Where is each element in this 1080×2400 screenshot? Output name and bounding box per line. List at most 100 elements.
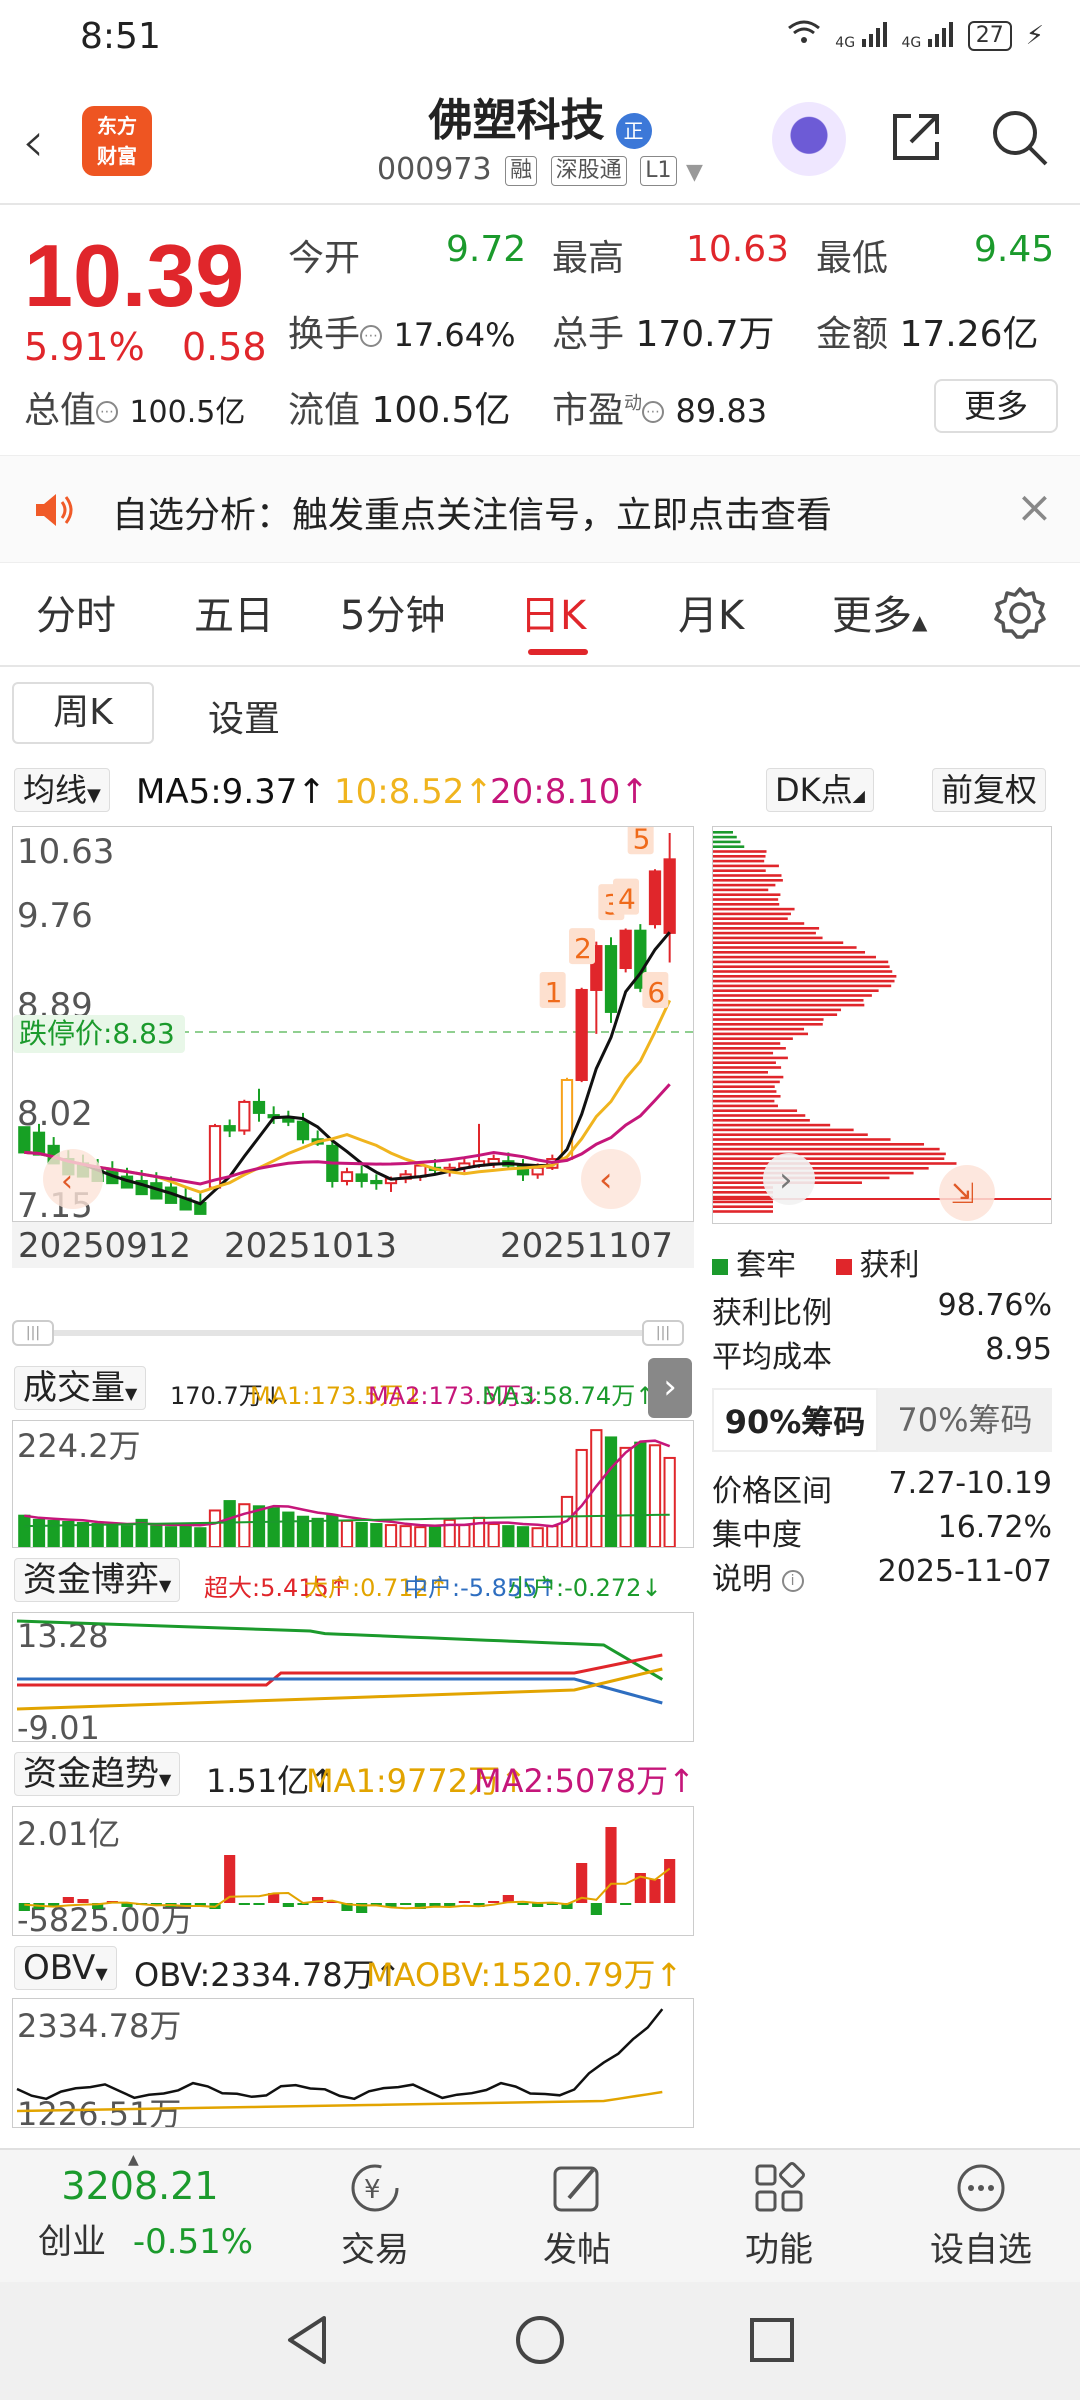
tab-70-chips[interactable]: 70%筹码 [878,1388,1052,1452]
nav-bubble[interactable] [43,1149,103,1209]
fund-game-chart[interactable]: 13.28 -9.01 [12,1612,694,1742]
chip-bar [713,1114,805,1117]
info-icon[interactable]: i [782,1570,804,1592]
range-scrollbar[interactable]: ||| ||| [12,1318,684,1348]
chip-bar [713,941,843,944]
volume-bar [547,1526,557,1547]
analysis-banner[interactable]: 自选分析：触发重点关注信号，立即点击查看 × [0,455,1080,563]
chevron-left-icon[interactable]: ‹ [61,1164,73,1199]
index-ticker[interactable]: ▲ 3208.21 创业 -0.51% [20,2164,290,2263]
weekly-k-button[interactable]: 周K [12,682,154,744]
expand-icon: ⇲ [951,1177,974,1210]
chip-bar [713,1191,773,1194]
nav-trade[interactable]: ¥ 交易 [300,2160,450,2271]
nav-functions-label: 功能 [745,2230,813,2270]
volume-bar [34,1520,44,1547]
chip-bar [713,1205,773,1208]
tab-intraday[interactable]: 分时 [36,583,116,641]
note-label: 说明 [712,1562,772,1597]
volume-label: 总手 [552,314,624,355]
tab-5min[interactable]: 5分钟 [340,583,445,641]
tab-5day[interactable]: 五日 [194,583,274,641]
tab-daily-k[interactable]: 日K [520,583,586,641]
volume-bar [357,1523,367,1547]
obv-max: 2334.78万 [17,2007,181,2045]
volume-selector[interactable]: 成交量▼ [14,1366,146,1410]
network-label-1: 4G [835,35,855,51]
volume-bar [533,1528,543,1547]
volume-bar [415,1527,425,1547]
expand-panel-icon[interactable]: › [648,1358,692,1418]
fund-game-min: -9.01 [17,1709,100,1742]
svg-text:¥: ¥ [364,2175,381,2205]
obv-label: OBV [23,1948,95,1988]
pe-sup: 动 [624,393,642,414]
chevron-left-icon[interactable]: ‹ [599,1160,613,1200]
volume-value: 170.7万 [635,314,774,355]
ma-selector[interactable]: 均线▼ [14,768,110,812]
avg-cost-value: 8.95 [985,1332,1052,1376]
share-icon[interactable] [885,106,947,168]
speaker-icon [32,488,76,532]
tab-more[interactable]: 更多▲ [832,583,927,641]
fund-trend-chart[interactable]: 2.01亿 -5825.00万 [12,1806,694,1936]
chip-bar [713,1081,780,1084]
info-icon[interactable]: ⋯ [642,401,664,423]
recents-square-icon[interactable] [744,2312,800,2368]
tab-monthly-k[interactable]: 月K [678,583,744,641]
adjust-selector[interactable]: 前复权 [932,768,1046,812]
home-circle-icon[interactable] [512,2312,568,2368]
info-icon[interactable]: ⋯ [360,325,382,347]
more-button[interactable]: 更多 [934,379,1058,433]
volume-chart[interactable]: 224.2万 [12,1420,694,1548]
date-axis: 20250912 20251013 20251107 [12,1222,694,1268]
volume-bar [621,1448,631,1547]
chip-bar [713,985,891,988]
fund-trend-selector[interactable]: 资金趋势▼ [14,1752,180,1796]
price-label-2: 9.76 [17,896,93,936]
index-value: 3208.21 [20,2164,260,2208]
volume-bar [665,1458,675,1547]
scrollbar-handle-right[interactable]: ||| [642,1320,684,1346]
dk-point-toggle[interactable]: DK点◢ [766,768,874,812]
volume-bar [78,1523,88,1547]
info-icon[interactable]: ⋯ [96,401,118,423]
tag-connect: 深股通 [551,156,627,186]
event-marker-5: 5 [633,827,651,855]
nav-add-watchlist[interactable]: 设自选 [906,2160,1056,2271]
chip-bar [713,860,764,863]
candle-body [621,931,631,968]
chip-bar [713,1047,786,1050]
volume-bar [313,1519,323,1547]
chip-distribution-chart[interactable]: ⇲ › [712,826,1052,1224]
obv-chart[interactable]: 2334.78万 1226.51万 [12,1998,694,2128]
back-triangle-icon[interactable] [280,2312,336,2368]
chip-bar [713,961,888,964]
fund-game-selector[interactable]: 资金博弈▼ [14,1558,180,1602]
tag-margin: 融 [505,156,537,186]
fund-trend-bar [605,1827,616,1903]
dropdown-icon: ▼ [159,1770,171,1789]
chip-bar [713,922,804,925]
close-icon[interactable]: × [1016,482,1053,533]
scrollbar-handle-left[interactable]: ||| [12,1320,54,1346]
mktcap-label: 总值 [24,390,96,431]
candle-body [371,1181,381,1183]
search-icon[interactable] [988,106,1050,168]
candle-body [34,1133,44,1155]
low-label: 最低 [816,238,888,279]
legend-profit-swatch [836,1259,852,1275]
settings-link[interactable]: 设置 [208,690,280,742]
ai-assistant-icon[interactable] [772,102,846,176]
nav-post[interactable]: 发帖 [502,2160,652,2271]
nav-functions[interactable]: 功能 [704,2160,854,2271]
chip-bar [713,994,872,997]
gear-icon[interactable] [992,585,1048,641]
ma20-value: 20:8.10↑ [490,772,649,812]
nav-post-label: 发帖 [543,2230,611,2270]
kline-chart[interactable]: 10.63 9.76 8.89 8.02 7.15 123456 跌停价:8.8… [12,826,694,1222]
obv-selector[interactable]: OBV▼ [14,1946,117,1990]
event-marker-4: 4 [618,883,636,916]
change-pct: 5.91% [24,325,145,369]
tab-90-chips[interactable]: 90%筹码 [712,1388,878,1452]
